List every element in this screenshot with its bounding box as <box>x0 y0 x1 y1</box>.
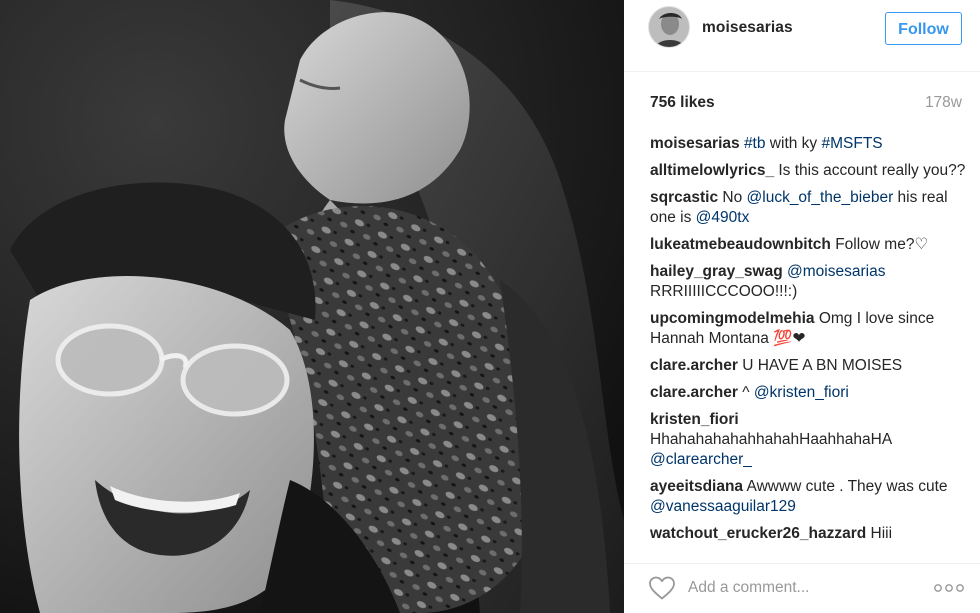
comment-item: moisesarias #tb with ky #MSFTS <box>650 134 966 154</box>
post-footer <box>624 563 980 613</box>
comment-item: lukeatmebeaudownbitch Follow me?♡ <box>650 235 966 255</box>
comment-item: clare.archer ^ @kristen_fiori <box>650 383 966 403</box>
comment-item: hailey_gray_swag @moisesarias RRRIIIIICC… <box>650 262 966 302</box>
post-dialog: moisesarias Follow 756 likes 178w moises… <box>0 0 980 613</box>
comment-text: U HAVE A BN MOISES <box>742 357 903 374</box>
comment-item: upcomingmodelmehia Omg I love since Hann… <box>650 309 966 349</box>
comment-text: Awwww cute . They was cute <box>746 478 948 495</box>
post-timestamp[interactable]: 178w <box>925 94 962 112</box>
hashtag-link[interactable]: #tb <box>744 135 766 152</box>
mention-link[interactable]: @clarearcher_ <box>650 451 752 468</box>
comment-username[interactable]: alltimelowlyrics_ <box>650 162 774 179</box>
comment-item: ayeeitsdiana Awwww cute . They was cute … <box>650 477 966 517</box>
mention-link[interactable]: @moisesarias <box>787 263 885 280</box>
add-comment-input[interactable] <box>688 577 918 599</box>
post-author-username[interactable]: moisesarias <box>702 19 793 37</box>
comment-username[interactable]: upcomingmodelmehia <box>650 310 815 327</box>
comment-username[interactable]: sqrcastic <box>650 189 718 206</box>
comment-list: moisesarias #tb with ky #MSFTS alltimelow… <box>650 134 966 551</box>
comment-item: sqrcastic No @luck_of_the_bieber his rea… <box>650 188 966 228</box>
follow-button[interactable]: Follow <box>885 12 962 45</box>
mention-link[interactable]: @vanessaaguilar129 <box>650 498 796 515</box>
hashtag-link[interactable]: #MSFTS <box>821 135 882 152</box>
comment-text: RRRIIIIICCCOOO!!!:) <box>650 283 798 300</box>
comment-text: ^ <box>742 384 754 401</box>
post-side-panel: moisesarias Follow 756 likes 178w moises… <box>624 0 980 613</box>
mention-link[interactable]: @kristen_fiori <box>754 384 849 401</box>
comment-text: Follow me?♡ <box>835 236 929 253</box>
like-count[interactable]: 756 likes <box>650 94 715 112</box>
comment-item: kristen_fiori HhahahahahahhahahHaahhahaH… <box>650 410 966 470</box>
comment-username[interactable]: watchout_erucker26_hazzard <box>650 525 866 542</box>
post-header: moisesarias Follow <box>624 0 980 72</box>
comment-username[interactable]: moisesarias <box>650 135 740 152</box>
photo-illustration <box>0 0 624 613</box>
comment-username[interactable]: ayeeitsdiana <box>650 478 743 495</box>
comment-text: HhahahahahahhahahHaahhahaHA <box>650 431 892 448</box>
comment-text: Hiii <box>870 525 893 542</box>
comment-text: with ky <box>765 135 822 152</box>
heart-outline-icon[interactable] <box>648 575 676 601</box>
avatar-image <box>649 7 689 47</box>
comment-text: No <box>722 189 747 206</box>
post-stats: 756 likes 178w <box>624 72 980 116</box>
comment-username[interactable]: lukeatmebeaudownbitch <box>650 236 831 253</box>
comment-item: alltimelowlyrics_ Is this account really… <box>650 161 966 181</box>
comment-username[interactable]: clare.archer <box>650 384 738 401</box>
comment-item: clare.archer U HAVE A BN MOISES <box>650 356 966 376</box>
more-options-icon[interactable] <box>934 580 964 596</box>
comment-username[interactable]: hailey_gray_swag <box>650 263 783 280</box>
post-photo[interactable] <box>0 0 624 613</box>
comment-username[interactable]: clare.archer <box>650 357 738 374</box>
comment-item: watchout_erucker26_hazzard Hiii <box>650 524 966 544</box>
comment-username[interactable]: kristen_fiori <box>650 411 739 428</box>
comment-text: Is this account really you?? <box>778 162 966 179</box>
mention-link[interactable]: @490tx <box>696 209 750 226</box>
mention-link[interactable]: @luck_of_the_bieber <box>747 189 894 206</box>
avatar[interactable] <box>648 6 690 48</box>
